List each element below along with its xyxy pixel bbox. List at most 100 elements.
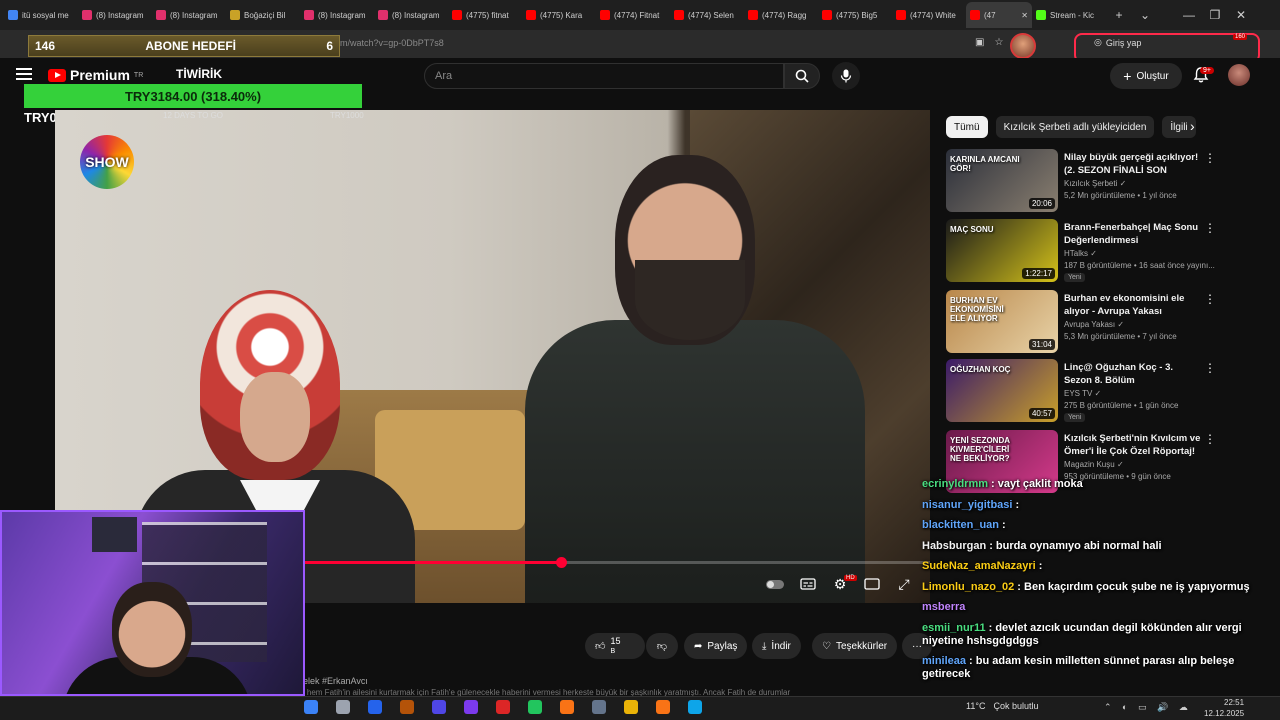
menu-icon[interactable]: [16, 68, 32, 80]
chat-username[interactable]: Habsburgan: [922, 540, 986, 552]
like-button[interactable]: 👍︎ 15 B: [585, 633, 645, 659]
screenshot-icon[interactable]: ▣: [975, 37, 984, 48]
chat-username[interactable]: Limonlu_nazo_02: [922, 581, 1014, 593]
explorer-icon[interactable]: [336, 700, 350, 714]
fullscreen-icon[interactable]: ⤢: [895, 576, 913, 592]
chat-username[interactable]: ecrinyldrmm: [922, 478, 988, 490]
video-thumbnail[interactable]: BURHAN EV EKONOMİSİNİ ELE ALIYOR 31:04: [946, 290, 1058, 353]
account-avatar[interactable]: [1228, 64, 1250, 86]
premiere-icon[interactable]: [464, 700, 478, 714]
video-hashtags[interactable]: elek #ErkanAvcı: [303, 676, 368, 686]
subtitles-icon[interactable]: [799, 576, 817, 592]
more-vert-icon[interactable]: ⋮: [1204, 151, 1216, 165]
download-button[interactable]: ⤓ İndir: [752, 633, 801, 659]
browser-tab[interactable]: Stream - Kic: [1032, 2, 1106, 28]
tab-label: (8) Instagram: [392, 10, 440, 20]
channel-name[interactable]: Magazin Kuşu ✓: [1064, 460, 1124, 469]
channel-name[interactable]: HTalks ✓: [1064, 249, 1097, 258]
video-title[interactable]: Kızılcık Şerbeti'nin Kıvılcım ve Ömer'i …: [1064, 432, 1202, 458]
browser-tab[interactable]: (4774) Ragg: [744, 2, 818, 28]
video-title[interactable]: Linç@ Oğuzhan Koç - 3. Sezon 8. Bölüm: [1064, 361, 1202, 387]
obs-icon[interactable]: [560, 700, 574, 714]
outlook-icon[interactable]: [368, 700, 382, 714]
tab-label: (47: [984, 10, 996, 20]
channel-name[interactable]: Kızılcık Şerbeti ✓: [1064, 179, 1126, 188]
tab-list-icon[interactable]: ⌄: [1132, 8, 1158, 22]
theater-mode-icon[interactable]: [863, 576, 881, 592]
folder-icon[interactable]: [624, 700, 638, 714]
autoplay-toggle[interactable]: [766, 576, 784, 592]
firefox-icon[interactable]: [656, 700, 670, 714]
youtube-logo[interactable]: Premium TR: [48, 67, 143, 83]
video-title[interactable]: Nilay büyük gerçeği açıklıyor! (2. SEZON…: [1064, 151, 1202, 177]
close-window-icon[interactable]: ✕: [1228, 8, 1254, 22]
filter-chip[interactable]: Kızılcık Şerbeti adlı yükleyiciden: [995, 116, 1155, 138]
voice-search-button[interactable]: [832, 62, 860, 90]
signin-button[interactable]: ◎ Giriş yap: [1094, 37, 1141, 48]
video-thumbnail[interactable]: KARINLA AMCANI GÖR! 20:06: [946, 149, 1058, 212]
tab-label: (4774) Selen: [688, 10, 734, 20]
chat-username[interactable]: SudeNaz_amaNazayri: [922, 560, 1036, 572]
more-vert-icon[interactable]: ⋮: [1204, 432, 1216, 446]
more-vert-icon[interactable]: ⋮: [1204, 361, 1216, 375]
recommended-video[interactable]: KARINLA AMCANI GÖR! 20:06 Nilay büyük gerç…: [946, 149, 1266, 213]
new-tab-icon[interactable]: +: [1106, 8, 1132, 22]
thanks-button[interactable]: ♡ Teşekkürler: [812, 633, 898, 659]
browser-tab[interactable]: (8) Instagram: [78, 2, 152, 28]
download-icon: ⤓: [762, 640, 767, 652]
recommended-video[interactable]: MAÇ SONU 1:22:17 Brann-Fenerbahçe| Maç Son…: [946, 219, 1266, 283]
chat-username[interactable]: blackitten_uan: [922, 519, 999, 531]
channel-name[interactable]: EYS TV ✓: [1064, 389, 1101, 398]
chat-username[interactable]: minileaa: [922, 655, 966, 667]
steam-icon[interactable]: [592, 700, 606, 714]
chat-username[interactable]: msberra: [922, 601, 965, 613]
browser-profile-avatar[interactable]: [1010, 33, 1036, 59]
files-icon[interactable]: [400, 700, 414, 714]
start-icon[interactable]: [304, 700, 318, 714]
taskbar-clock[interactable]: 22:51 12.12.2025: [1204, 697, 1244, 719]
dislike-button[interactable]: 👎︎: [646, 633, 678, 659]
more-vert-icon[interactable]: ⋮: [1204, 221, 1216, 235]
minimize-icon[interactable]: —: [1176, 8, 1202, 22]
weather-widget[interactable]: 11°C Çok bulutlu: [966, 701, 1038, 711]
browser-tab[interactable]: (8) Instagram: [300, 2, 374, 28]
browser-tab[interactable]: (4775) Kara: [522, 2, 596, 28]
channel-name[interactable]: Avrupa Yakası ✓: [1064, 320, 1124, 329]
system-tray-icons[interactable]: ⌃ ◐ ▭ 🔊 ☁: [1104, 702, 1192, 713]
chat-username[interactable]: esmii_nur11: [922, 622, 986, 634]
more-vert-icon[interactable]: ⋮: [1204, 292, 1216, 306]
editor-icon[interactable]: [688, 700, 702, 714]
app-icon[interactable]: [432, 700, 446, 714]
recommended-video[interactable]: BURHAN EV EKONOMİSİNİ ELE ALIYOR 31:04 Bur…: [946, 290, 1266, 354]
share-button[interactable]: ➦ Paylaş: [684, 633, 748, 659]
video-meta: 275 B görüntüleme • 1 gün önce: [1064, 401, 1179, 410]
url-text[interactable]: m/watch?v=gp-0DbPT7s8: [340, 38, 444, 48]
browser-tab[interactable]: (4775) Big5: [818, 2, 892, 28]
chat-username[interactable]: nisanur_yigitbasi: [922, 499, 1012, 511]
browser-tab[interactable]: Boğaziçi Bil: [226, 2, 300, 28]
create-button[interactable]: + Oluştur: [1110, 63, 1182, 89]
browser-tab[interactable]: (8) Instagram: [152, 2, 226, 28]
browser-tab[interactable]: (4774) Fitnat: [596, 2, 670, 28]
video-title[interactable]: Brann-Fenerbahçe| Maç Sonu Değerlendirme…: [1064, 221, 1202, 247]
video-title[interactable]: Burhan ev ekonomisini ele alıyor - Avrup…: [1064, 292, 1202, 318]
restore-icon[interactable]: ❐: [1202, 8, 1228, 22]
recommended-video[interactable]: OĞUZHAN KOÇ 40:57 Linç@ Oğuzhan Koç - 3. S…: [946, 359, 1266, 423]
browser-tab[interactable]: (47 ✕: [966, 2, 1032, 28]
filter-chip[interactable]: Tümü: [946, 116, 988, 138]
chrome-icon[interactable]: [528, 700, 542, 714]
opera-icon[interactable]: [496, 700, 510, 714]
browser-tab[interactable]: (4774) White: [892, 2, 966, 28]
browser-tab[interactable]: (4775) fitnat: [448, 2, 522, 28]
close-tab-icon[interactable]: ✕: [1021, 11, 1028, 20]
sub-goal-label: ABONE HEDEFİ: [145, 39, 237, 53]
bookmark-star-icon[interactable]: ☆: [994, 37, 1003, 48]
search-button[interactable]: [784, 63, 820, 89]
browser-tab[interactable]: (8) Instagram: [374, 2, 448, 28]
search-input[interactable]: Ara: [424, 63, 784, 89]
chevron-right-icon[interactable]: ›: [1190, 118, 1195, 134]
browser-tab[interactable]: (4774) Selen: [670, 2, 744, 28]
video-thumbnail[interactable]: MAÇ SONU 1:22:17: [946, 219, 1058, 282]
video-thumbnail[interactable]: OĞUZHAN KOÇ 40:57: [946, 359, 1058, 422]
browser-tab[interactable]: itü sosyal me: [4, 2, 78, 28]
